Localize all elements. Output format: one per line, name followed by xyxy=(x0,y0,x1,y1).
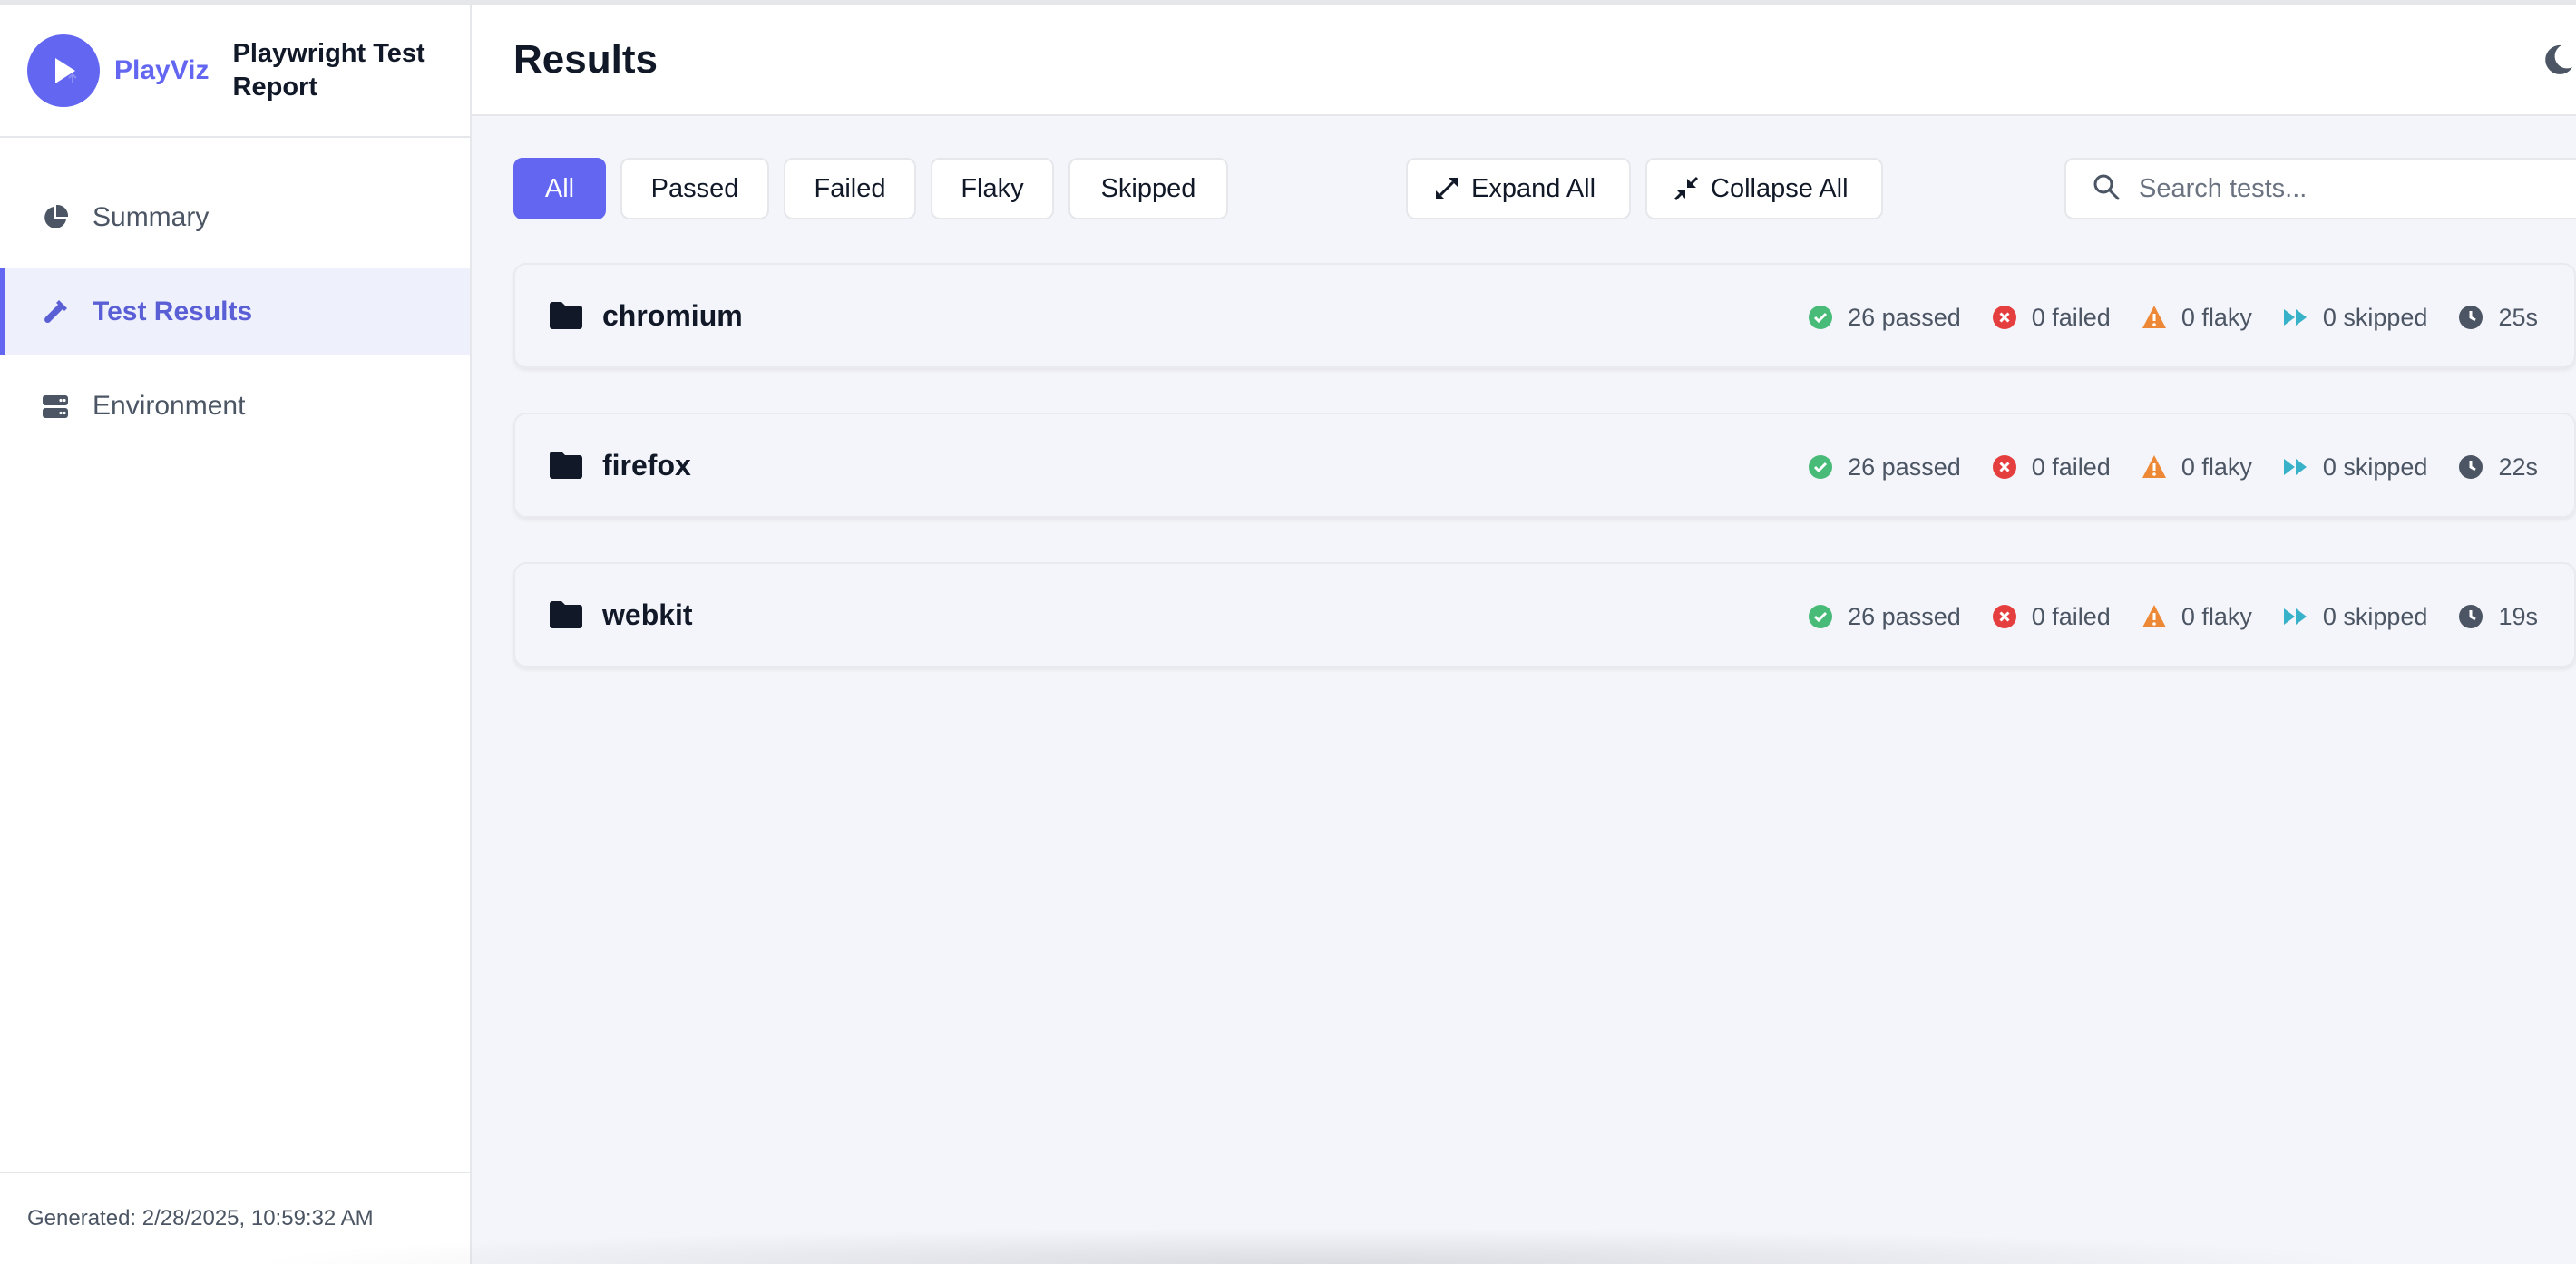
group-stats: 26 passed 0 failed 0 flaky 0 skipped 25s xyxy=(1808,265,2538,370)
project-group-webkit[interactable]: webkit 26 passed 0 failed 0 flaky 0 skip… xyxy=(513,562,2576,667)
filter-passed-button[interactable]: Passed xyxy=(620,158,769,219)
search-icon xyxy=(2092,172,2121,206)
search-input[interactable] xyxy=(2139,173,2576,204)
x-circle-icon xyxy=(1992,454,2017,480)
group-name: firefox xyxy=(602,448,691,481)
warning-icon xyxy=(2142,454,2167,480)
duration-stat: 22s xyxy=(2458,453,2538,481)
passed-stat: 26 passed xyxy=(1808,603,1961,631)
warning-icon xyxy=(2142,604,2167,629)
expand-icon xyxy=(1433,175,1460,202)
sidebar-item-summary[interactable]: Summary xyxy=(0,174,470,261)
duration-stat: 25s xyxy=(2458,304,2538,332)
sidebar-nav: Summary Test Results Environment xyxy=(0,138,470,450)
project-group-firefox[interactable]: firefox 26 passed 0 failed 0 flaky 0 ski… xyxy=(513,413,2576,518)
x-circle-icon xyxy=(1992,305,2017,330)
expand-all-label: Expand All xyxy=(1471,173,1596,203)
fast-forward-icon xyxy=(2283,454,2308,480)
report-title: Playwright Test Report xyxy=(232,39,425,102)
expand-all-button[interactable]: Expand All xyxy=(1406,158,1631,219)
flask-icon xyxy=(40,297,71,327)
check-circle-icon xyxy=(1808,305,1833,330)
sidebar-item-environment[interactable]: Environment xyxy=(0,363,470,450)
filter-flaky-button[interactable]: Flaky xyxy=(931,158,1054,219)
filter-all-button[interactable]: All xyxy=(513,158,606,219)
logo-text: PlayViz xyxy=(114,55,210,85)
filter-failed-button[interactable]: Failed xyxy=(784,158,916,219)
project-group-chromium[interactable]: chromium 26 passed 0 failed 0 flaky 0 sk… xyxy=(513,263,2576,368)
check-circle-icon xyxy=(1808,604,1833,629)
server-icon xyxy=(40,391,71,422)
sidebar: PlayViz Playwright Test Report Summary T… xyxy=(0,5,472,1264)
check-circle-icon xyxy=(1808,454,1833,480)
folder-icon xyxy=(550,601,582,628)
flaky-stat: 0 flaky xyxy=(2142,453,2252,481)
failed-stat: 0 failed xyxy=(1992,304,2111,332)
failed-stat: 0 failed xyxy=(1992,453,2111,481)
main-content: Results All Passed Failed Flaky Skipped … xyxy=(472,5,2576,1264)
page-header: Results xyxy=(472,5,2576,116)
flaky-stat: 0 flaky xyxy=(2142,304,2252,332)
search-box xyxy=(2064,158,2576,219)
clock-icon xyxy=(2458,454,2483,480)
failed-stat: 0 failed xyxy=(1992,603,2111,631)
skipped-stat: 0 skipped xyxy=(2283,453,2427,481)
pie-chart-icon xyxy=(40,202,71,233)
flaky-stat: 0 flaky xyxy=(2142,603,2252,631)
play-logo-icon xyxy=(27,34,100,107)
fast-forward-icon xyxy=(2283,305,2308,330)
group-name: webkit xyxy=(602,598,693,631)
clock-icon xyxy=(2458,305,2483,330)
collapse-icon xyxy=(1673,175,1700,202)
brand-header: PlayViz Playwright Test Report xyxy=(0,5,470,138)
collapse-all-label: Collapse All xyxy=(1711,173,1849,203)
folder-icon xyxy=(550,302,582,329)
skipped-stat: 0 skipped xyxy=(2283,304,2427,332)
fast-forward-icon xyxy=(2283,604,2308,629)
group-name: chromium xyxy=(602,298,743,332)
collapse-all-button[interactable]: Collapse All xyxy=(1645,158,1883,219)
group-stats: 26 passed 0 failed 0 flaky 0 skipped 22s xyxy=(1808,414,2538,520)
folder-icon xyxy=(550,452,582,479)
passed-stat: 26 passed xyxy=(1808,453,1961,481)
warning-icon xyxy=(2142,305,2167,330)
x-circle-icon xyxy=(1992,604,2017,629)
passed-stat: 26 passed xyxy=(1808,304,1961,332)
filter-skipped-button[interactable]: Skipped xyxy=(1068,158,1228,219)
page-title: Results xyxy=(513,37,658,82)
sidebar-item-test-results[interactable]: Test Results xyxy=(0,268,470,355)
duration-stat: 19s xyxy=(2458,603,2538,631)
generated-timestamp: Generated: 2/28/2025, 10:59:32 AM xyxy=(0,1172,470,1264)
group-stats: 26 passed 0 failed 0 flaky 0 skipped 19s xyxy=(1808,564,2538,669)
clock-icon xyxy=(2458,604,2483,629)
sidebar-item-label: Test Results xyxy=(93,297,253,326)
results-toolbar: All Passed Failed Flaky Skipped Expand A… xyxy=(513,158,2576,219)
sidebar-item-label: Environment xyxy=(93,391,246,421)
sidebar-item-label: Summary xyxy=(93,202,210,232)
moon-icon[interactable] xyxy=(2540,42,2576,78)
skipped-stat: 0 skipped xyxy=(2283,603,2427,631)
